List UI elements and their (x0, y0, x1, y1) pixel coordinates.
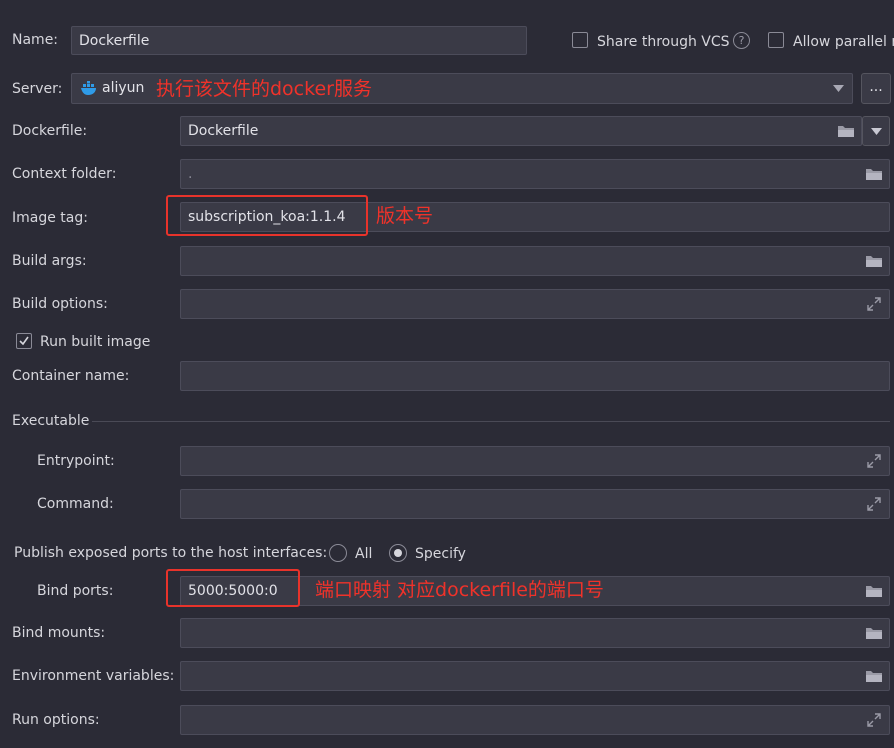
executable-separator (92, 421, 890, 422)
publish-all-radio[interactable] (329, 544, 347, 562)
chevron-down-icon (871, 128, 882, 135)
folder-icon[interactable] (865, 167, 883, 181)
bind-ports-highlight-box (166, 569, 300, 607)
allow-parallel-label: Allow parallel r (793, 34, 894, 50)
entrypoint-input[interactable] (180, 446, 890, 476)
env-vars-input[interactable] (180, 661, 890, 691)
folder-icon[interactable] (837, 124, 855, 138)
image-tag-annotation: 版本号 (376, 205, 434, 227)
publish-all-label: All (355, 546, 373, 562)
bind-ports-label: Bind ports: (37, 583, 114, 599)
share-vcs-checkbox[interactable] (572, 32, 588, 48)
context-folder-input[interactable]: . (180, 159, 890, 189)
image-tag-highlight-box (166, 195, 368, 236)
docker-icon (81, 81, 96, 95)
publish-ports-label: Publish exposed ports to the host interf… (14, 545, 328, 561)
run-built-image-label: Run built image (40, 334, 151, 350)
container-name-label: Container name: (12, 368, 130, 384)
executable-section-title: Executable (12, 413, 90, 429)
expand-icon[interactable] (866, 712, 882, 728)
bind-ports-annotation: 端口映射 对应dockerfile的端口号 (315, 579, 604, 601)
build-args-input[interactable] (180, 246, 890, 276)
chevron-down-icon[interactable] (833, 85, 844, 92)
expand-icon[interactable] (866, 453, 882, 469)
server-more-button[interactable]: ... (861, 73, 891, 104)
bind-mounts-input[interactable] (180, 618, 890, 648)
dockerfile-input[interactable]: Dockerfile (180, 116, 862, 146)
image-tag-label: Image tag: (12, 210, 88, 226)
folder-icon[interactable] (865, 626, 883, 640)
folder-icon[interactable] (865, 584, 883, 598)
entrypoint-label: Entrypoint: (37, 453, 115, 469)
bind-mounts-label: Bind mounts: (12, 625, 106, 641)
allow-parallel-checkbox[interactable] (768, 32, 784, 48)
command-input[interactable] (180, 489, 890, 519)
publish-specify-radio[interactable] (389, 544, 407, 562)
container-name-input[interactable] (180, 361, 890, 391)
env-vars-label: Environment variables: (12, 668, 175, 684)
check-icon (19, 336, 29, 346)
build-options-input[interactable] (180, 289, 890, 319)
expand-icon[interactable] (866, 496, 882, 512)
run-options-input[interactable] (180, 705, 890, 735)
name-value: Dockerfile (79, 33, 150, 49)
expand-icon[interactable] (866, 296, 882, 312)
folder-icon[interactable] (865, 254, 883, 268)
help-icon[interactable]: ? (733, 32, 750, 49)
command-label: Command: (37, 496, 114, 512)
build-args-label: Build args: (12, 253, 87, 269)
name-label: Name: (12, 32, 59, 48)
run-built-image-checkbox[interactable] (16, 333, 32, 349)
context-folder-label: Context folder: (12, 166, 117, 182)
name-input[interactable]: Dockerfile (71, 26, 527, 55)
dockerfile-value: Dockerfile (188, 123, 259, 139)
context-folder-value: . (188, 166, 193, 182)
radio-selected-dot (394, 549, 402, 557)
build-options-label: Build options: (12, 296, 108, 312)
share-vcs-label: Share through VCS (597, 34, 730, 50)
server-annotation: 执行该文件的docker服务 (156, 78, 372, 100)
server-value: aliyun (102, 80, 145, 96)
publish-specify-label: Specify (415, 546, 466, 562)
dockerfile-label: Dockerfile: (12, 123, 88, 139)
server-label: Server: (12, 81, 63, 97)
folder-icon[interactable] (865, 669, 883, 683)
dockerfile-dropdown-button[interactable] (862, 116, 890, 146)
run-options-label: Run options: (12, 712, 100, 728)
